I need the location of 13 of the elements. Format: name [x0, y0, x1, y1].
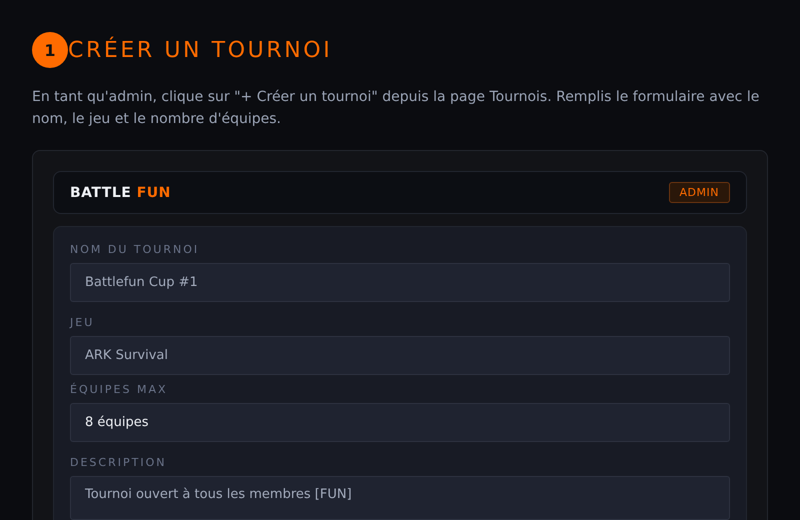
field-label: DESCRIPTION [70, 456, 166, 469]
step-description: En tant qu'admin, clique sur "+ Créer un tournoi" depuis la page Tournois. Remplis le formulaire avec le nom, le jeu et le nombre d'équipes. [32, 88, 760, 129]
step-number-badge: 1 [32, 32, 68, 68]
admin-badge: ADMIN [668, 182, 730, 203]
input-field[interactable]: ARK Survival [70, 336, 730, 375]
brand-logo: BATTLE FUN [70, 184, 171, 200]
field-label: ÉQUIPES MAX [70, 383, 168, 396]
step-title: CRÉER UN TOURNOI [68, 38, 332, 62]
field-label: JEU [70, 316, 94, 329]
select-field[interactable]: 8 équipes [70, 403, 730, 442]
input-field[interactable]: Tournoi ouvert à tous les membres [FUN] [70, 476, 730, 520]
field-label: NOM DU TOURNOI [70, 243, 200, 256]
input-field[interactable]: Battlefun Cup #1 [70, 263, 730, 302]
